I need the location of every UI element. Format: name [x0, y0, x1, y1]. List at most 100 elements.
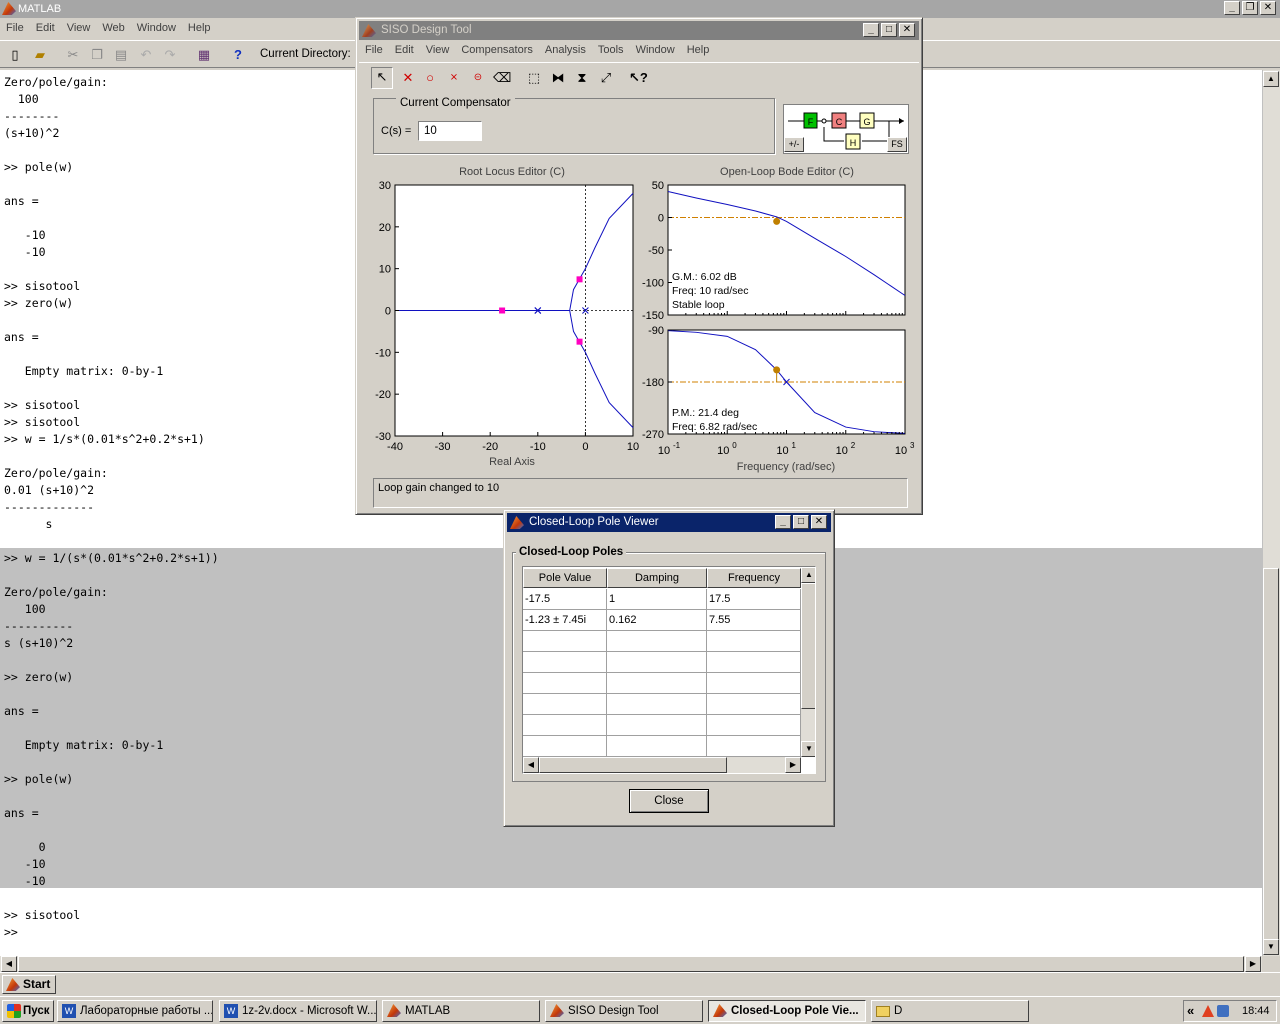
help-icon[interactable]: ?	[229, 46, 247, 64]
menu-web[interactable]: Web	[96, 18, 130, 38]
paste-icon[interactable]: ▤	[112, 46, 130, 64]
matlab-start-button[interactable]: Start	[2, 975, 56, 994]
compensator-gain-input[interactable]: 10	[418, 121, 482, 141]
new-file-icon[interactable]: ▯	[6, 46, 24, 64]
taskbar-item-lab-works[interactable]: W Лабораторные работы ...	[57, 1000, 213, 1022]
table-scroll-right-icon[interactable]: ▶	[785, 757, 801, 773]
undo-icon[interactable]: ↶	[137, 46, 155, 64]
pv-maximize-button[interactable]: □	[793, 515, 809, 529]
table-cell[interactable]	[607, 652, 707, 673]
table-cell[interactable]	[523, 673, 607, 694]
pv-close-button[interactable]: ✕	[811, 515, 827, 529]
zoom-box-icon[interactable]: ⬚	[525, 69, 543, 87]
table-vscroll-thumb[interactable]	[801, 583, 815, 709]
table-cell[interactable]: -17.5	[523, 589, 607, 610]
select-pointer-icon[interactable]: ↖	[371, 67, 393, 89]
siso-menu-analysis[interactable]: Analysis	[539, 40, 592, 60]
bode-plot[interactable]: 500-50-100-150-90-180-27010 -1 10 0 10 1 10 2 10…	[636, 168, 924, 478]
siso-menu-edit[interactable]: Edit	[389, 40, 420, 60]
pv-minimize-button[interactable]: _	[775, 515, 791, 529]
table-cell[interactable]	[607, 673, 707, 694]
minimize-button[interactable]: _	[1224, 1, 1240, 15]
siso-maximize-button[interactable]: □	[881, 23, 897, 37]
cut-icon[interactable]: ✂	[64, 46, 82, 64]
table-cell[interactable]	[707, 652, 801, 673]
poles-table[interactable]: Pole Value Damping Frequency -17.5 1 17.5 -…	[522, 566, 816, 774]
menu-view[interactable]: View	[61, 18, 97, 38]
horizontal-scroll-thumb[interactable]	[18, 956, 1244, 972]
table-cell[interactable]	[523, 694, 607, 715]
whats-this-help-icon[interactable]: ↖?	[629, 69, 648, 87]
header-frequency[interactable]: Frequency	[707, 568, 801, 588]
start-button[interactable]: Пуск	[2, 1000, 54, 1022]
redo-icon[interactable]: ↷	[161, 46, 179, 64]
header-pole-value[interactable]: Pole Value	[523, 568, 607, 588]
simulink-icon[interactable]: ▦	[195, 46, 213, 64]
feedback-structure-button[interactable]: FS	[887, 137, 907, 152]
menu-window[interactable]: Window	[131, 18, 182, 38]
add-complex-zeros-icon[interactable]: ⊝	[469, 69, 487, 87]
table-cell[interactable]	[707, 715, 801, 736]
siso-menu-help[interactable]: Help	[681, 40, 716, 60]
siso-menu-compensators[interactable]: Compensators	[455, 40, 539, 60]
taskbar-item-siso-tool[interactable]: SISO Design Tool	[545, 1000, 703, 1022]
table-scroll-up-icon[interactable]: ▲	[801, 567, 815, 583]
tray-expand-icon[interactable]: «	[1187, 1001, 1194, 1021]
menu-file[interactable]: File	[0, 18, 30, 38]
taskbar-item-folder-d[interactable]: D	[871, 1000, 1029, 1022]
table-cell[interactable]	[523, 736, 607, 757]
table-hscroll-thumb[interactable]	[539, 757, 727, 773]
root-locus-plot[interactable]: -40 -30 -20 -10 0 103020100-10-20-30 Real Axi…	[356, 168, 646, 478]
close-button[interactable]: ✕	[1260, 1, 1276, 15]
table-cell[interactable]	[607, 736, 707, 757]
table-cell[interactable]: 0.162	[607, 610, 707, 631]
table-cell[interactable]	[607, 715, 707, 736]
table-cell[interactable]	[707, 736, 801, 757]
network-icon[interactable]	[1217, 1005, 1229, 1017]
taskbar-item-matlab[interactable]: MATLAB	[382, 1000, 540, 1022]
table-cell[interactable]	[523, 631, 607, 652]
table-cell[interactable]: -1.23 ± 7.45i	[523, 610, 607, 631]
taskbar-item-word-doc[interactable]: W 1z-2v.docx - Microsoft W...	[219, 1000, 377, 1022]
restore-button[interactable]: ❐	[1242, 1, 1258, 15]
menu-edit[interactable]: Edit	[30, 18, 61, 38]
table-cell[interactable]: 7.55	[707, 610, 801, 631]
siso-menu-view[interactable]: View	[420, 40, 456, 60]
siso-menu-tools[interactable]: Tools	[592, 40, 630, 60]
table-cell[interactable]	[523, 715, 607, 736]
copy-icon[interactable]: ❐	[88, 46, 106, 64]
table-cell[interactable]	[607, 631, 707, 652]
header-damping[interactable]: Damping	[607, 568, 707, 588]
add-real-zero-icon[interactable]: ○	[421, 69, 439, 87]
table-scroll-down-icon[interactable]: ▼	[801, 741, 815, 757]
zoom-x-icon[interactable]: ⧓	[549, 69, 567, 87]
zoom-fit-icon[interactable]: ⤢	[597, 69, 615, 87]
table-cell[interactable]: 1	[607, 589, 707, 610]
eraser-icon[interactable]: ⌫	[493, 69, 511, 87]
feedback-structure-diagram[interactable]: F C G H +/- FS	[783, 104, 909, 154]
siso-minimize-button[interactable]: _	[863, 23, 879, 37]
pole-viewer-close-button[interactable]: Close	[629, 789, 709, 813]
zoom-y-icon[interactable]: ⧗	[573, 69, 591, 87]
table-cell[interactable]	[607, 694, 707, 715]
siso-menu-file[interactable]: File	[359, 40, 389, 60]
table-cell[interactable]: 17.5	[707, 589, 801, 610]
add-real-pole-icon[interactable]: ✕	[399, 69, 417, 87]
table-cell[interactable]	[707, 631, 801, 652]
menu-help[interactable]: Help	[182, 18, 217, 38]
table-cell[interactable]	[707, 694, 801, 715]
taskbar-item-pole-viewer[interactable]: Closed-Loop Pole Vie...	[708, 1000, 866, 1022]
sign-toggle-button[interactable]: +/-	[784, 137, 804, 152]
add-complex-poles-icon[interactable]: ⨯	[445, 69, 463, 87]
open-folder-icon[interactable]: ▰	[31, 46, 49, 64]
siso-menu-window[interactable]: Window	[630, 40, 681, 60]
siso-close-button[interactable]: ✕	[899, 23, 915, 37]
scroll-down-icon[interactable]: ▼	[1263, 939, 1279, 955]
scroll-up-icon[interactable]: ▲	[1263, 71, 1279, 87]
vertical-scroll-thumb[interactable]	[1263, 568, 1279, 940]
scroll-left-icon[interactable]: ◀	[1, 956, 17, 972]
table-scroll-left-icon[interactable]: ◀	[523, 757, 539, 773]
table-cell[interactable]	[707, 673, 801, 694]
table-cell[interactable]	[523, 652, 607, 673]
scroll-right-icon[interactable]: ▶	[1245, 956, 1261, 972]
